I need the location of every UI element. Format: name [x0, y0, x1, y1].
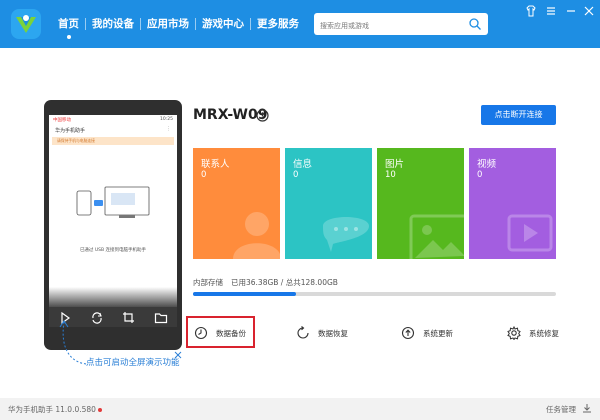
phone-pc-illustration	[76, 186, 150, 218]
app-logo	[11, 9, 41, 39]
update-dot	[97, 408, 102, 412]
phone-more-icon: ⋮	[166, 126, 171, 132]
status-bar: 华为手机助手 11.0.0.580 任务管理	[0, 398, 600, 420]
photos-tile[interactable]: 图片 10	[377, 148, 464, 259]
phone-time: 10:25	[160, 117, 173, 122]
tile-count: 0	[201, 170, 207, 180]
tile-name: 信息	[293, 159, 313, 170]
main-nav: 首页 我的设备 应用市场 游戏中心 更多服务	[52, 0, 305, 48]
action-label: 系统修复	[529, 328, 559, 338]
info-icon[interactable]	[256, 109, 269, 122]
nav-more-services[interactable]: 更多服务	[251, 0, 305, 48]
disconnect-button[interactable]: 点击断开连接	[481, 105, 556, 125]
minimize-icon[interactable]	[564, 4, 578, 18]
nav-my-device[interactable]: 我的设备	[86, 0, 140, 48]
version-info: 华为手机助手 11.0.0.580	[8, 404, 102, 415]
nav-app-market[interactable]: 应用市场	[141, 0, 195, 48]
videos-tile[interactable]: 视频 0	[469, 148, 556, 259]
phone-banner: 请保持手机与电脑连接	[52, 137, 174, 145]
top-bar: 首页 我的设备 应用市场 游戏中心 更多服务	[0, 0, 600, 48]
storage-value: 已用36.38GB / 总共128.00GB	[231, 278, 338, 287]
nav-home[interactable]: 首页	[52, 0, 85, 48]
phone-carrier: 中国移动	[53, 118, 71, 123]
folder-icon[interactable]	[154, 311, 168, 325]
storage-bar-fill	[193, 292, 297, 296]
skin-icon[interactable]	[524, 4, 538, 18]
task-manager-link[interactable]: 任务管理	[546, 404, 576, 415]
tile-name: 视频	[477, 159, 497, 170]
search-input[interactable]	[314, 15, 462, 37]
tile-count: 0	[293, 170, 299, 180]
phone-preview[interactable]: 中国移动 10:25 华为手机助手 ⋮ 请保持手机与电脑连接 已通过 USB 连…	[44, 100, 182, 350]
tile-name: 联系人	[201, 159, 230, 170]
search-box	[314, 13, 488, 37]
phone-fade	[49, 287, 177, 307]
phone-status-bar: 中国移动 10:25	[53, 117, 173, 124]
highlight-box	[186, 316, 255, 348]
update-icon	[401, 326, 415, 340]
data-restore-button[interactable]: 数据恢复	[296, 318, 348, 348]
phone-caption: 已通过 USB 连接到电脑手机助手	[79, 248, 147, 253]
contacts-tile[interactable]: 联系人 0	[193, 148, 280, 259]
tile-name: 图片	[385, 159, 405, 170]
fullscreen-hint: 点击可启动全屏演示功能	[86, 358, 180, 368]
close-icon[interactable]	[582, 4, 596, 18]
nav-game-center[interactable]: 游戏中心	[196, 0, 250, 48]
hint-close-icon[interactable]	[174, 351, 182, 359]
restore-icon	[297, 326, 309, 339]
storage-bar	[193, 292, 556, 296]
repair-icon	[507, 326, 521, 340]
storage-label: 内部存储	[193, 278, 223, 287]
messages-tile[interactable]: 信息 0	[285, 148, 372, 259]
system-repair-button[interactable]: 系统修复	[507, 318, 559, 348]
phone-screen: 中国移动 10:25 华为手机助手 ⋮ 请保持手机与电脑连接 已通过 USB 连…	[49, 115, 177, 327]
crop-screenshot-icon[interactable]	[122, 311, 136, 325]
download-icon[interactable]	[582, 403, 592, 413]
search-icon[interactable]	[468, 17, 482, 31]
action-label: 系统更新	[423, 328, 453, 338]
version-text: 华为手机助手 11.0.0.580	[8, 405, 96, 414]
phone-app-title: 华为手机助手	[55, 128, 86, 134]
tile-count: 0	[477, 170, 483, 180]
system-update-button[interactable]: 系统更新	[401, 318, 453, 348]
action-label: 数据恢复	[318, 328, 348, 338]
menu-icon[interactable]	[544, 4, 558, 18]
tile-count: 10	[385, 170, 396, 180]
